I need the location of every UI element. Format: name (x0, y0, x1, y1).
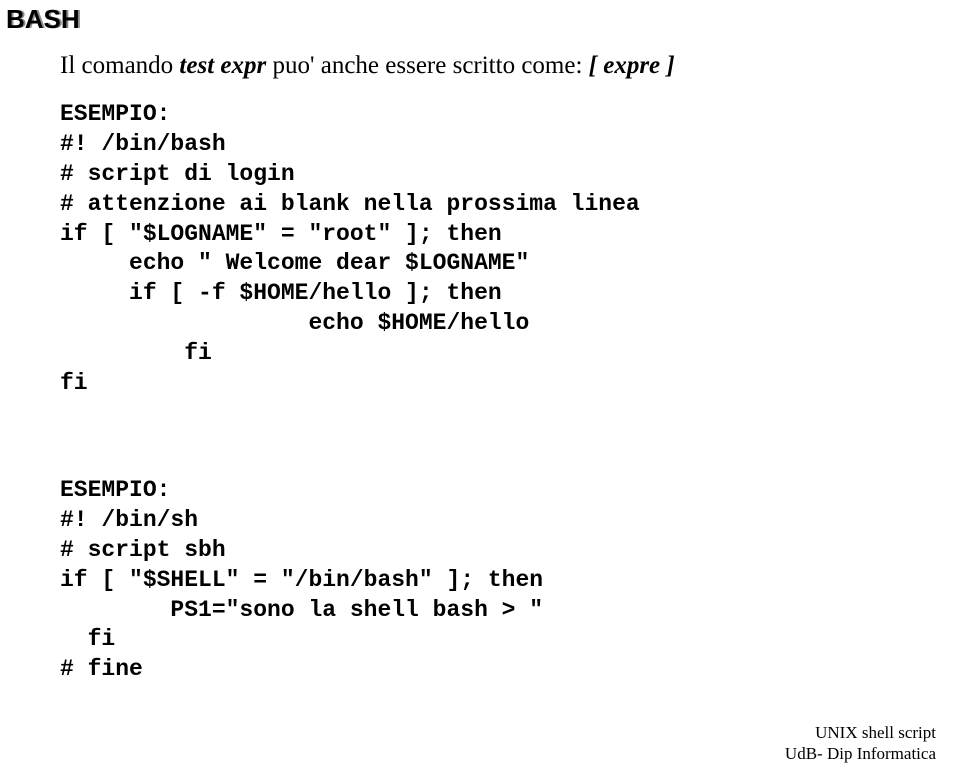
intro-line: Il comando test expr puo' anche essere s… (60, 52, 675, 80)
footer-line-1: UNIX shell script (785, 722, 936, 743)
heading-front: BASH (6, 4, 80, 34)
intro-testexpr: test expr (179, 52, 266, 79)
footer: UNIX shell script UdB- Dip Informatica (785, 722, 936, 765)
intro-pre: Il comando (60, 52, 179, 79)
slide-page: BASH BASH Il comando test expr puo' anch… (0, 0, 960, 778)
heading-text: BASH BASH (6, 4, 80, 35)
code-block-2: ESEMPIO: #! /bin/sh # script sbh if [ "$… (60, 476, 543, 685)
footer-line-2: UdB- Dip Informatica (785, 743, 936, 764)
intro-mid: puo' anche essere scritto come: (266, 52, 588, 79)
code-block-1: ESEMPIO: #! /bin/bash # script di login … (60, 100, 640, 399)
slide-heading: BASH BASH (6, 4, 80, 35)
intro-brackets: [ expre ] (589, 52, 675, 79)
